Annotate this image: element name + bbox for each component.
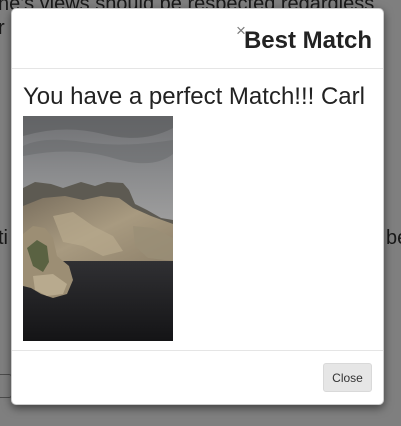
modal-footer: Close <box>12 350 383 404</box>
close-button[interactable]: Close <box>323 363 372 392</box>
match-photo <box>23 116 173 341</box>
match-message: You have a perfect Match!!! Carl <box>23 83 365 110</box>
best-match-modal: × Best Match You have a perfect Match!!!… <box>11 8 384 405</box>
modal-body: You have a perfect Match!!! Carl <box>12 69 383 352</box>
modal-header: × Best Match <box>12 9 383 69</box>
modal-title: Best Match <box>243 27 372 54</box>
